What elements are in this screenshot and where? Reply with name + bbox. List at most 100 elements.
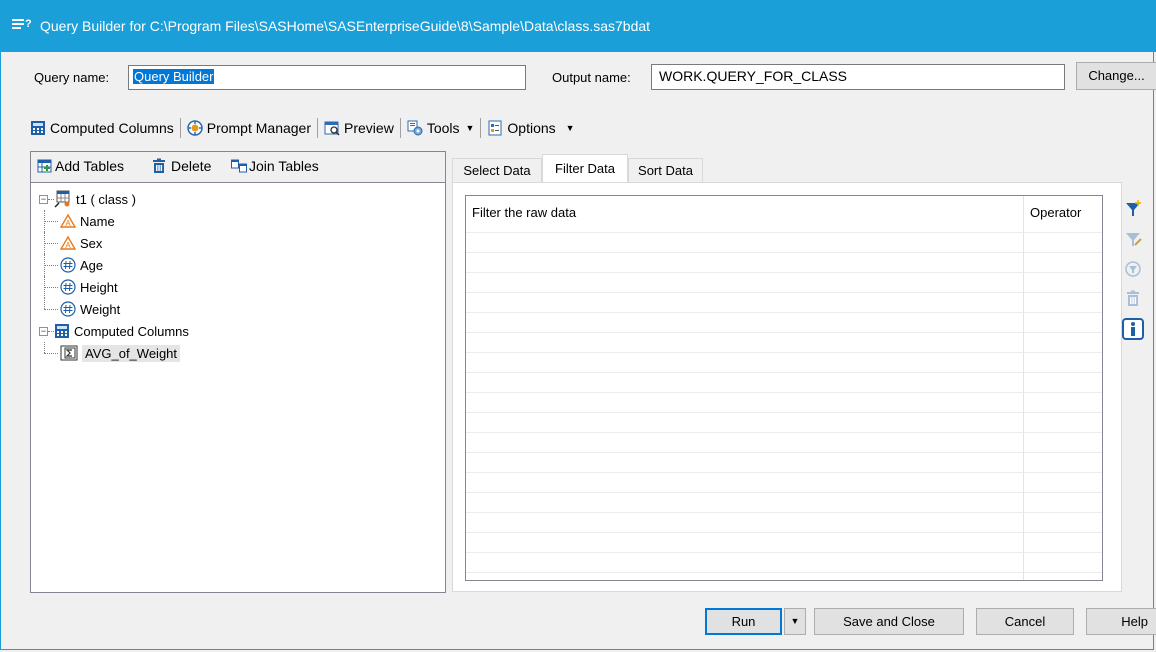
column-label: Height	[80, 279, 118, 295]
combine-filters-button[interactable]	[1120, 256, 1146, 282]
prompt-manager-icon	[186, 120, 203, 136]
grid-row-line	[466, 312, 1102, 313]
grid-row-line	[466, 232, 1102, 233]
tree-column-item[interactable]: A Sex	[39, 232, 439, 254]
options-menu-button[interactable]: Options ▼	[487, 120, 575, 136]
grid-row-line	[466, 492, 1102, 493]
grid-row-line	[466, 352, 1102, 353]
funnel-add-icon	[1126, 200, 1141, 216]
delete-button[interactable]: Delete	[151, 158, 211, 174]
add-table-icon	[37, 159, 52, 173]
toolbar-separator	[179, 118, 181, 138]
toolbar-separator	[317, 118, 319, 138]
tree-table-node[interactable]: − t1 ( class )	[39, 188, 439, 210]
options-dropdown-icon: ▼	[565, 123, 575, 133]
tree-column-item[interactable]: AVG_of_Weight	[39, 342, 439, 364]
grid-row-line	[466, 392, 1102, 393]
tab-filter-data[interactable]: Filter Data	[542, 154, 628, 182]
preview-icon	[324, 121, 340, 136]
funnel-combine-icon	[1125, 261, 1141, 277]
help-button[interactable]: Help	[1086, 608, 1156, 635]
filter-info-button[interactable]	[1120, 316, 1146, 342]
query-name-value: Query Builder	[133, 69, 215, 84]
funnel-edit-icon	[1126, 233, 1142, 246]
query-name-input[interactable]: Query Builder	[128, 65, 526, 90]
trash-icon	[153, 158, 165, 173]
delete-filter-button[interactable]	[1120, 286, 1146, 312]
grid-row-line	[466, 552, 1102, 553]
run-button[interactable]: Run	[705, 608, 782, 635]
prompt-manager-button[interactable]: Prompt Manager	[186, 120, 312, 136]
column-label: Name	[80, 213, 115, 229]
tree-column-item[interactable]: Weight	[39, 298, 439, 320]
query-name-label: Query name:	[34, 70, 110, 85]
svg-text:A: A	[65, 219, 71, 228]
tree-connector	[44, 254, 60, 276]
calculator-icon	[31, 121, 45, 135]
svg-text:?: ?	[25, 18, 32, 30]
filter-side-toolbar	[1120, 196, 1146, 342]
tree-column-item[interactable]: A Name	[39, 210, 439, 232]
tree-connector	[44, 232, 60, 254]
tab-select-data[interactable]: Select Data	[452, 158, 542, 182]
numeric-column-icon	[60, 301, 76, 317]
column-label: Weight	[80, 301, 121, 317]
output-name-input[interactable]: WORK.QUERY_FOR_CLASS	[651, 64, 1065, 90]
collapse-icon[interactable]: −	[39, 326, 48, 336]
join-tables-button[interactable]: Join Tables	[231, 158, 319, 174]
column-label: Age	[80, 257, 104, 273]
grid-row-line	[466, 512, 1102, 513]
query-builder-icon: ?	[12, 18, 32, 30]
character-column-icon: A	[60, 213, 76, 228]
operator-column-header: Operator	[1030, 205, 1082, 220]
tree-column-item[interactable]: Height	[39, 276, 439, 298]
column-tree: − t1 ( class ) A Name A Sex Age Height Weight …	[39, 188, 439, 364]
character-column-icon: A	[60, 235, 76, 250]
title-bar: ? Query Builder for C:\Program Files\SAS…	[0, 0, 1156, 52]
cancel-button[interactable]: Cancel	[976, 608, 1074, 635]
tree-computed-node[interactable]: − Computed Columns	[39, 320, 439, 342]
computed-node-label: Computed Columns	[74, 323, 189, 339]
grid-row-line	[466, 572, 1102, 573]
join-tables-label: Join Tables	[249, 158, 319, 174]
computed-columns-button[interactable]: Computed Columns	[30, 120, 174, 136]
dropdown-arrow-icon: ▼	[790, 616, 800, 626]
tools-menu-button[interactable]: Tools ▼	[407, 120, 475, 136]
column-list: A Name A Sex Age Height Weight	[39, 210, 439, 320]
filter-data-page: Filter the raw data Operator	[452, 182, 1122, 592]
window-title: Query Builder for C:\Program Files\SASHo…	[40, 18, 651, 34]
options-label: Options	[507, 120, 556, 136]
info-icon	[1122, 318, 1144, 340]
grid-row-line	[466, 472, 1102, 473]
table-node-label: t1 ( class )	[76, 191, 136, 207]
svg-text:A: A	[65, 241, 71, 250]
tools-dropdown-icon: ▼	[465, 123, 475, 133]
tree-column-item[interactable]: Age	[39, 254, 439, 276]
run-dropdown-button[interactable]: ▼	[784, 608, 806, 635]
output-name-label: Output name:	[552, 70, 631, 85]
computed-column-list: AVG_of_Weight	[39, 342, 439, 364]
column-divider	[1023, 196, 1024, 580]
delete-label: Delete	[171, 158, 212, 174]
tree-connector	[44, 342, 60, 364]
tools-icon	[407, 120, 423, 136]
tree-connector	[44, 210, 60, 232]
computed-columns-label: Computed Columns	[50, 120, 174, 136]
preview-button[interactable]: Preview	[324, 120, 394, 136]
prompt-manager-label: Prompt Manager	[206, 120, 312, 136]
change-button[interactable]: Change...	[1076, 62, 1156, 90]
add-filter-button[interactable]	[1120, 196, 1146, 222]
grid-row-line	[466, 452, 1102, 453]
trash-icon	[1127, 290, 1139, 306]
collapse-icon[interactable]: −	[39, 194, 48, 204]
grid-row-line	[466, 412, 1102, 413]
toolbar-separator	[399, 118, 401, 138]
preview-label: Preview	[344, 120, 394, 136]
save-and-close-button[interactable]: Save and Close	[814, 608, 964, 635]
add-tables-button[interactable]: Add Tables	[37, 158, 124, 174]
tab-sort-data[interactable]: Sort Data	[628, 158, 703, 182]
tree-connector	[44, 276, 60, 298]
grid-row-line	[466, 332, 1102, 333]
edit-filter-button[interactable]	[1120, 226, 1146, 252]
join-tables-icon	[231, 159, 247, 173]
